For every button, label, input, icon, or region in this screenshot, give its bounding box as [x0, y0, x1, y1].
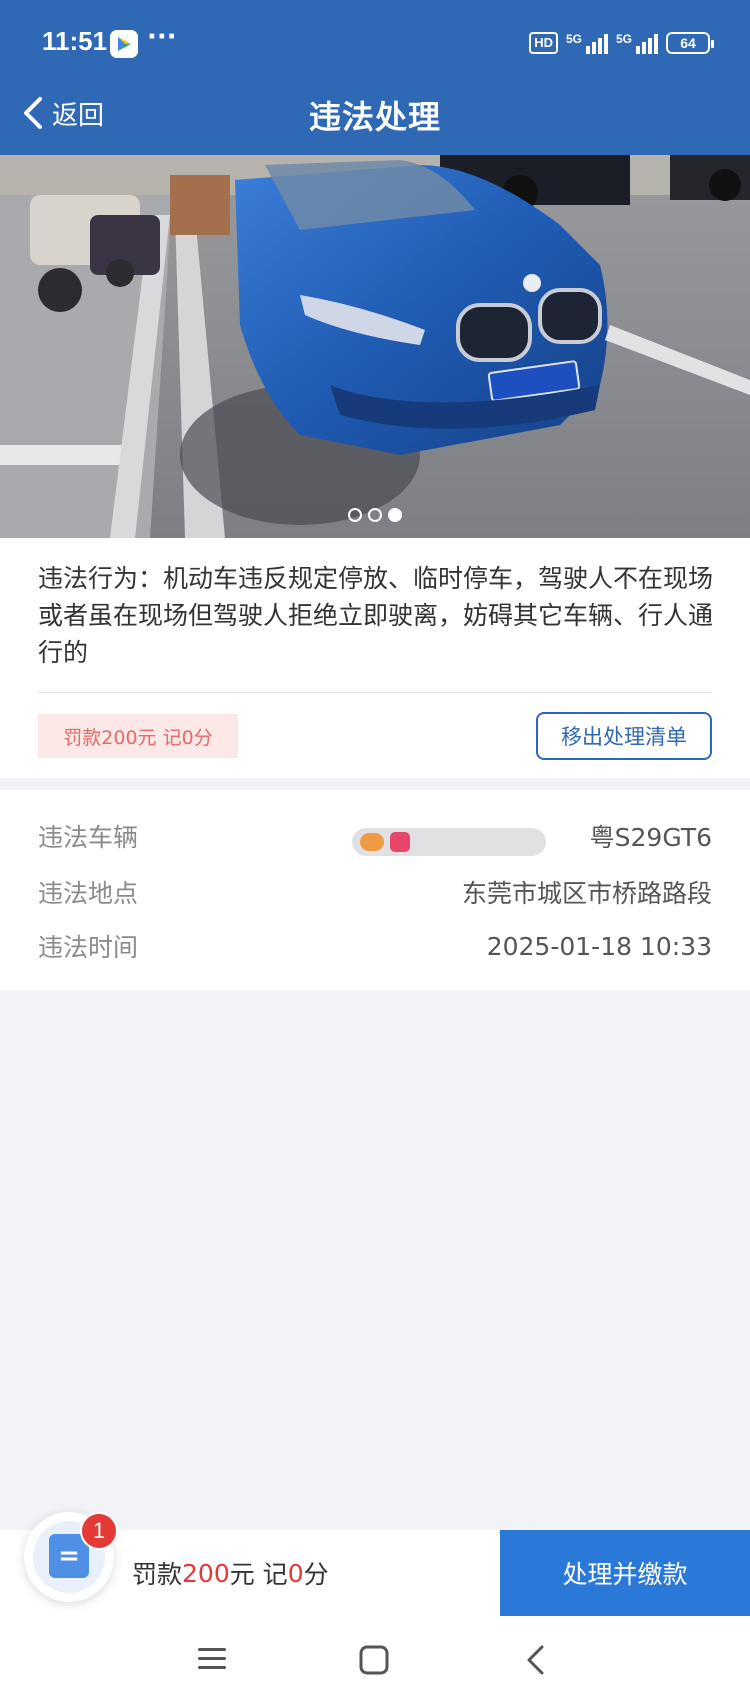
violation-photo-carousel[interactable] — [0, 155, 750, 538]
status-time: 11:51 — [42, 26, 108, 56]
summary-mid: 元 记 — [229, 1560, 288, 1589]
page-title: 违法处理 — [308, 98, 441, 136]
hd-icon: HD — [529, 32, 558, 54]
violation-description: 违法行为：机动车违反规定停放、临时停车，驾驶人不在现场或者虽在现场但驾驶人拒绝立… — [38, 564, 714, 667]
location-value: 东莞市城区市桥路路段 — [461, 879, 712, 908]
details-card: 违法车辆 粤S29GT6 违法地点 东莞市城区市桥路路段 违法时间 2025-0… — [0, 790, 750, 990]
time-value: 2025-01-18 10:33 — [486, 931, 712, 961]
weibo-logo-icon — [360, 833, 384, 851]
vehicle-label: 违法车辆 — [38, 823, 139, 852]
list-count-badge: 1 — [80, 1512, 118, 1550]
carousel-dot[interactable] — [368, 508, 382, 522]
menu-icon[interactable] — [196, 1644, 228, 1674]
top-bar: 11:51 ··· HD 5G 5G 64 返回 违法处理 — [0, 0, 750, 155]
time-label: 违法时间 — [38, 933, 139, 962]
summary-prefix: 罚款 — [132, 1560, 183, 1589]
carousel-dot-active[interactable] — [388, 508, 402, 522]
fine-tag: 罚款200元 记0分 — [38, 714, 238, 758]
network-label: 5G — [565, 32, 582, 46]
signal-icon: 5G — [566, 32, 608, 54]
summary-suffix: 分 — [303, 1560, 329, 1589]
back-chevron-icon[interactable] — [524, 1644, 548, 1676]
summary-points: 0 — [287, 1558, 304, 1588]
system-nav-bar — [0, 1616, 750, 1708]
fine-summary: 罚款 200 元 记 0 分 — [132, 1530, 329, 1616]
status-indicators: HD 5G 5G 64 — [529, 28, 714, 58]
home-square-icon[interactable] — [358, 1644, 390, 1676]
process-and-pay-button[interactable]: 处理并缴款 — [500, 1530, 750, 1616]
location-row: 违法地点 东莞市城区市桥路路段 — [38, 872, 712, 912]
battery-icon: 64 — [666, 32, 714, 54]
vehicle-value: 粤S29GT6 — [589, 823, 712, 852]
signal-icon-2: 5G — [616, 32, 658, 54]
divider — [38, 692, 712, 693]
time-row: 违法时间 2025-01-18 10:33 — [38, 926, 712, 966]
carousel-dot[interactable] — [348, 508, 362, 522]
location-label: 违法地点 — [38, 879, 139, 908]
carousel-indicator — [0, 508, 750, 522]
network-label-2: 5G — [615, 32, 632, 46]
remove-from-list-button[interactable]: 移出处理清单 — [536, 712, 712, 760]
app-logo-icon — [390, 832, 410, 852]
summary-amount: 200 — [182, 1558, 230, 1588]
play-store-icon — [110, 30, 138, 58]
violation-photo — [0, 155, 750, 538]
watermark — [352, 828, 546, 856]
more-notifications: ··· — [147, 22, 177, 52]
violation-card: 违法行为：机动车违反规定停放、临时停车，驾驶人不在现场或者虽在现场但驾驶人拒绝立… — [0, 538, 750, 778]
